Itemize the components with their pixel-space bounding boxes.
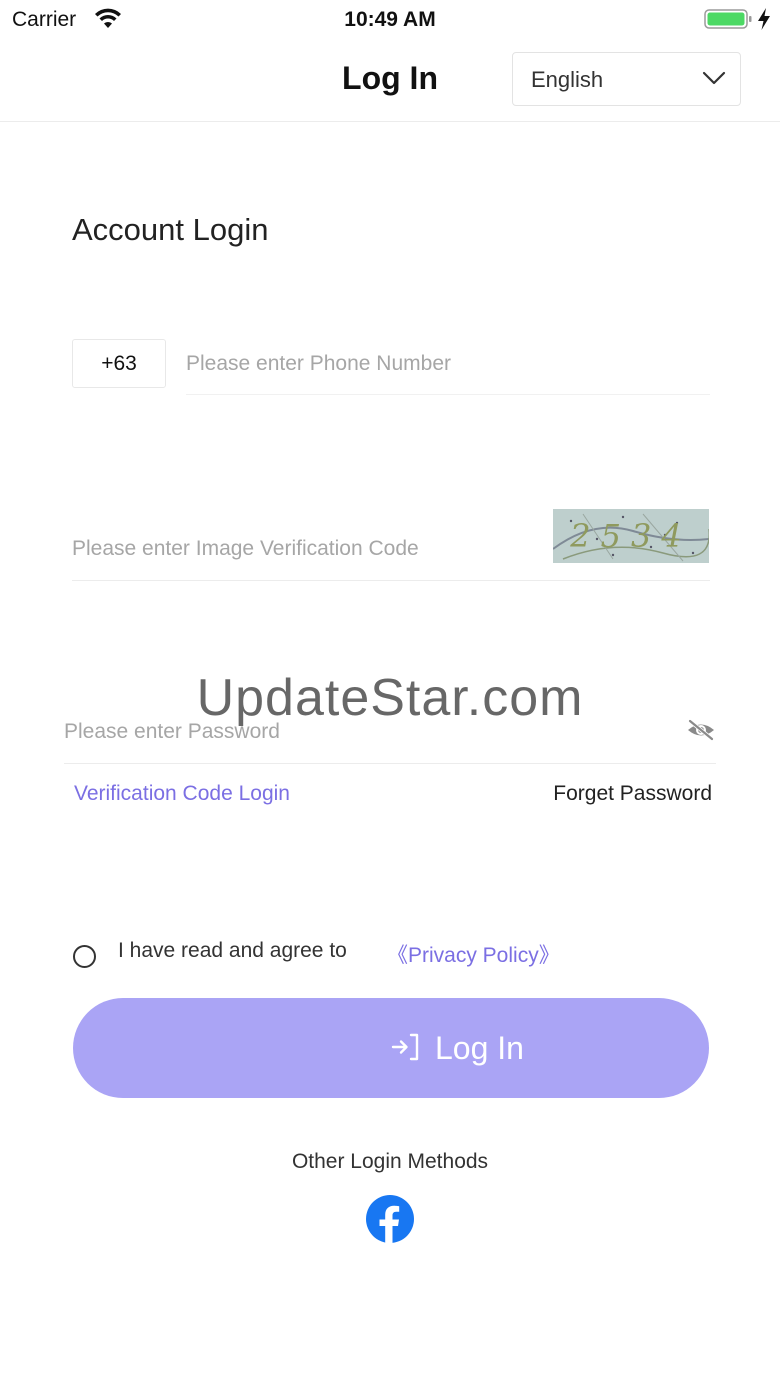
login-button[interactable]: Log In <box>73 998 709 1098</box>
other-login-methods-label: Other Login Methods <box>291 1150 489 1173</box>
charging-bolt-icon <box>758 8 770 30</box>
language-select[interactable]: English <box>512 52 741 106</box>
chevron-down-icon <box>702 71 726 85</box>
login-arrow-icon <box>391 1033 419 1061</box>
verification-code-login-link[interactable]: Verification Code Login <box>74 782 290 806</box>
nav-bar: Log In English <box>0 40 780 122</box>
captcha-image[interactable]: 2534 <box>553 509 709 563</box>
image-code-underline <box>72 580 710 581</box>
phone-underline <box>186 394 710 395</box>
login-button-label: Log In <box>435 1030 524 1066</box>
password-input[interactable] <box>64 708 664 756</box>
image-code-input[interactable] <box>72 524 532 574</box>
password-underline <box>64 763 716 764</box>
battery-icon <box>704 9 752 29</box>
captcha-text: 2534 <box>569 517 691 555</box>
language-selected-value: English <box>531 67 604 92</box>
status-bar: Carrier 10:49 AM <box>0 0 780 40</box>
agree-radio[interactable] <box>73 945 96 968</box>
eye-off-icon[interactable] <box>686 718 716 742</box>
status-time: 10:49 AM <box>344 8 436 31</box>
agree-text: I have read and agree to <box>118 939 347 962</box>
section-title: Account Login <box>72 212 269 247</box>
phone-input[interactable] <box>186 340 708 388</box>
country-code-selector[interactable]: +63 <box>72 339 166 388</box>
privacy-policy-link[interactable]: 《Privacy Policy》 <box>387 939 560 969</box>
facebook-icon[interactable] <box>366 1195 414 1243</box>
forget-password-link[interactable]: Forget Password <box>553 782 712 806</box>
